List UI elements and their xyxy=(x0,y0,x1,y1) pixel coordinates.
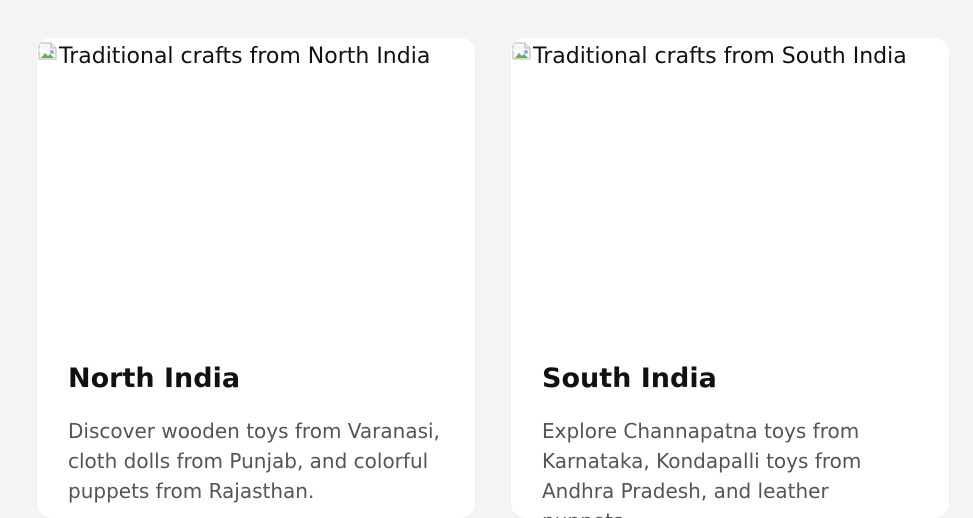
north-india-card-title: North India xyxy=(68,363,241,394)
north-india-card-description: Discover wooden toys from Varanasi, clot… xyxy=(68,419,440,503)
region-card-south-india[interactable]: Traditional crafts from South India Sout… xyxy=(511,38,949,518)
broken-image-icon xyxy=(511,40,533,62)
region-cards-section: Traditional crafts from North India Nort… xyxy=(0,0,973,518)
north-india-image-alt-text: Traditional crafts from North India xyxy=(59,44,431,69)
broken-image-icon xyxy=(37,40,59,62)
north-india-image-placeholder: Traditional crafts from North India xyxy=(37,38,475,328)
south-india-card-description: Explore Channapatna toys from Karnataka,… xyxy=(542,419,862,518)
south-india-card-content: South India Explore Channapatna toys fro… xyxy=(542,359,922,518)
north-india-broken-image: Traditional crafts from North India xyxy=(37,38,430,76)
south-india-image-placeholder: Traditional crafts from South India xyxy=(511,38,949,328)
south-india-broken-image: Traditional crafts from South India xyxy=(511,38,907,76)
region-card-north-india[interactable]: Traditional crafts from North India Nort… xyxy=(37,38,475,518)
south-india-image-alt-text: Traditional crafts from South India xyxy=(533,44,907,69)
south-india-card-title: South India xyxy=(542,363,717,394)
